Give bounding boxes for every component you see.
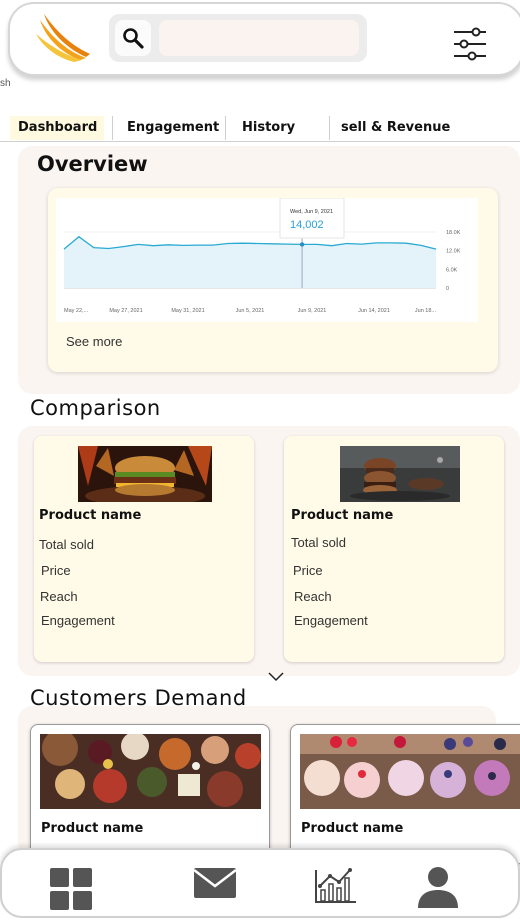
demand-product-card[interactable]: Product name: [290, 724, 520, 864]
x-tick-label: Jun 18...: [415, 308, 437, 314]
search-button[interactable]: [115, 20, 151, 56]
product-engagement: Engagement: [41, 613, 115, 628]
x-tick-label: May 22,...: [64, 308, 89, 314]
product-name: Product name: [41, 821, 144, 836]
tab-divider: [329, 116, 330, 140]
product-reach: Reach: [40, 589, 78, 604]
demand-product-card[interactable]: Product name: [30, 724, 270, 864]
customers-demand-title: Customers Demand: [30, 686, 247, 710]
y-tick-label: 0: [446, 286, 449, 292]
tab-divider: [225, 116, 226, 140]
product-name: Product name: [291, 508, 394, 523]
comparison-title: Comparison: [30, 396, 161, 420]
search-icon: [123, 28, 144, 49]
x-tick-label: Jun 5, 2021: [236, 308, 265, 314]
overview-chart[interactable]: Wed, Jun 9, 2021 14,002 18.0K12.0K6.0K0 …: [56, 198, 478, 322]
dashboard-grid-icon[interactable]: [48, 864, 96, 912]
y-tick-label: 12.0K: [446, 249, 461, 255]
product-name: Product name: [39, 508, 142, 523]
app-logo[interactable]: [34, 12, 90, 66]
stray-text: sh: [0, 78, 11, 89]
smoothies-image: [300, 734, 520, 809]
product-engagement: Engagement: [294, 613, 368, 628]
sliders-icon[interactable]: [450, 24, 490, 64]
product-price: Price: [41, 563, 71, 578]
search-input[interactable]: [159, 20, 359, 56]
analytics-chart-icon[interactable]: [312, 864, 360, 912]
see-more-link[interactable]: See more: [66, 334, 122, 349]
tab-dashboard[interactable]: Dashboard: [10, 116, 104, 140]
x-tick-label: May 27, 2021: [109, 308, 142, 314]
product-price: Price: [293, 563, 323, 578]
tooltip-value: 14,002: [290, 219, 324, 231]
tab-bar: Dashboard Engagement History sell & Reve…: [0, 116, 520, 142]
overview-title: Overview: [37, 152, 148, 176]
chevron-down-icon[interactable]: [266, 668, 286, 684]
tab-sell-revenue[interactable]: sell & Revenue: [333, 116, 483, 140]
tooltip-date: Wed, Jun 9, 2021: [290, 209, 333, 215]
search-bar: [109, 14, 367, 62]
profile-icon[interactable]: [414, 864, 462, 912]
product-total-sold: Total sold: [39, 537, 94, 552]
tab-history[interactable]: History: [234, 116, 324, 140]
food-platter-image: [40, 734, 261, 809]
burger-stack-image: [340, 446, 460, 502]
y-tick-label: 18.0K: [446, 230, 461, 236]
product-name: Product name: [301, 821, 404, 836]
comparison-product-card[interactable]: Product name Total sold Price Reach Enga…: [34, 436, 254, 662]
product-reach: Reach: [294, 589, 332, 604]
tab-engagement[interactable]: Engagement: [119, 116, 223, 140]
x-tick-label: Jun 9, 2021: [298, 308, 327, 314]
tooltip-point: [299, 242, 305, 247]
product-total-sold: Total sold: [291, 535, 346, 550]
chart-tooltip: Wed, Jun 9, 2021 14,002: [279, 198, 345, 239]
x-tick-label: May 31, 2021: [171, 308, 204, 314]
top-header: [8, 2, 520, 76]
y-tick-label: 6.0K: [446, 267, 458, 273]
tab-divider: [112, 116, 113, 140]
x-tick-label: Jun 14, 2021: [358, 308, 390, 314]
burger-image: [78, 446, 212, 502]
mail-icon[interactable]: [192, 864, 240, 912]
comparison-product-card[interactable]: Product name Total sold Price Reach Enga…: [284, 436, 504, 662]
bottom-nav-bar: [0, 848, 520, 918]
